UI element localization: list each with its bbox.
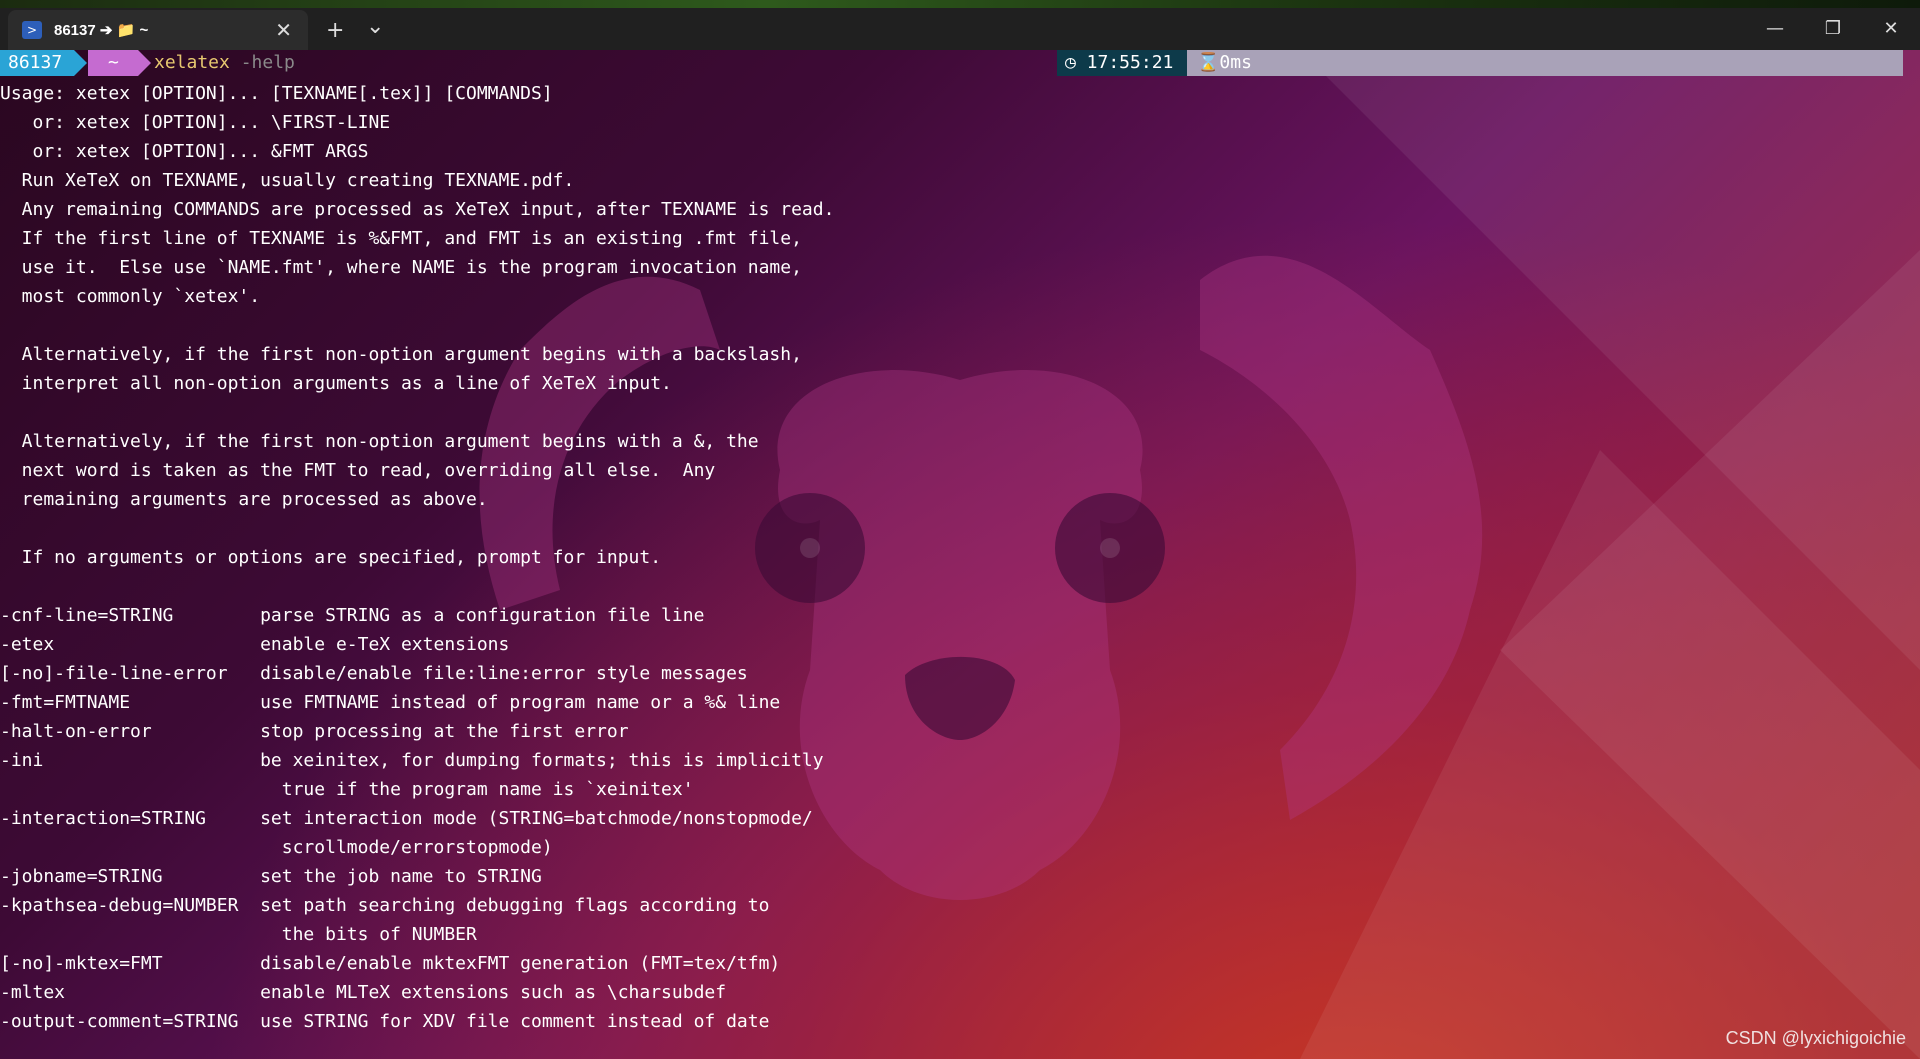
output-line: -jobname=STRING set the job name to STRI…: [0, 866, 542, 887]
output-line: -ini be xeinitex, for dumping formats; t…: [0, 750, 824, 771]
output-line: If the first line of TEXNAME is %&FMT, a…: [0, 228, 802, 249]
prompt-user-segment: 86137: [0, 50, 74, 76]
output-line: -interaction=STRING set interaction mode…: [0, 808, 813, 829]
output-line: Run XeTeX on TEXNAME, usually creating T…: [0, 170, 575, 191]
tab-dropdown-button[interactable]: ⌄: [366, 14, 384, 39]
output-line: If no arguments or options are specified…: [0, 547, 662, 568]
tab-active[interactable]: > 86137 ➔ 📁 ~ ✕: [8, 10, 308, 50]
prompt-dir-arrow: [138, 50, 151, 76]
close-window-button[interactable]: ✕: [1876, 18, 1906, 42]
output-line: the bits of NUMBER: [0, 924, 477, 945]
output-line: Alternatively, if the first non-option a…: [0, 344, 802, 365]
watermark: CSDN @lyxichigoichie: [1725, 1028, 1906, 1048]
shell-prompt: 86137 ~ xelatex -help ◷ 17:55:21 ⌛0ms: [0, 50, 1920, 76]
output-line: Alternatively, if the first non-option a…: [0, 431, 759, 452]
output-line: -halt-on-error stop processing at the fi…: [0, 721, 629, 742]
command-output: Usage: xetex [OPTION]... [TEXNAME[.tex]]…: [0, 79, 1900, 1036]
output-line: next word is taken as the FMT to read, o…: [0, 460, 716, 481]
output-line: -fmt=FMTNAME use FMTNAME instead of prog…: [0, 692, 781, 713]
output-line: true if the program name is `xeinitex': [0, 779, 694, 800]
tab-title: 86137 ➔ 📁 ~: [54, 22, 149, 39]
output-line: most commonly `xetex'.: [0, 286, 261, 307]
output-line: -mltex enable MLTeX extensions such as \…: [0, 982, 727, 1003]
restore-button[interactable]: ❐: [1818, 18, 1848, 42]
output-line: -output-comment=STRING use STRING for XD…: [0, 1011, 770, 1032]
terminal-icon: >: [22, 21, 42, 39]
output-line: [-no]-mktex=FMT disable/enable mktexFMT …: [0, 953, 781, 974]
prompt-time-segment: ◷ 17:55:21: [1057, 50, 1187, 76]
output-line: -etex enable e-TeX extensions: [0, 634, 510, 655]
prompt-duration-segment: ⌛0ms: [1187, 50, 1903, 76]
output-line: Usage: xetex [OPTION]... [TEXNAME[.tex]]…: [0, 83, 553, 104]
prompt-dir-segment: ~: [88, 50, 138, 76]
output-line: scrollmode/errorstopmode): [0, 837, 553, 858]
command-name: xelatex: [154, 52, 230, 73]
output-line: or: xetex [OPTION]... &FMT ARGS: [0, 141, 369, 162]
terminal-tab-bar: > 86137 ➔ 📁 ~ ✕ + ⌄ — ❐ ✕: [0, 8, 1920, 50]
desktop-top-strip: [0, 0, 1920, 8]
output-line: interpret all non-option arguments as a …: [0, 373, 672, 394]
terminal-pane[interactable]: 86137 ~ xelatex -help ◷ 17:55:21 ⌛0ms Us…: [0, 50, 1920, 1059]
minimize-button[interactable]: —: [1760, 18, 1790, 42]
output-line: -kpathsea-debug=NUMBER set path searchin…: [0, 895, 770, 916]
output-line: Any remaining COMMANDS are processed as …: [0, 199, 835, 220]
prompt-command: xelatex -help: [154, 50, 295, 76]
prompt-user-arrow: [74, 50, 87, 76]
new-tab-button[interactable]: +: [326, 18, 344, 43]
command-arg: -help: [240, 52, 295, 73]
output-line: remaining arguments are processed as abo…: [0, 489, 488, 510]
output-line: -cnf-line=STRING parse STRING as a confi…: [0, 605, 705, 626]
output-line: or: xetex [OPTION]... \FIRST-LINE: [0, 112, 391, 133]
output-line: [-no]-file-line-error disable/enable fil…: [0, 663, 748, 684]
close-tab-icon[interactable]: ✕: [275, 18, 292, 42]
output-line: use it. Else use `NAME.fmt', where NAME …: [0, 257, 802, 278]
